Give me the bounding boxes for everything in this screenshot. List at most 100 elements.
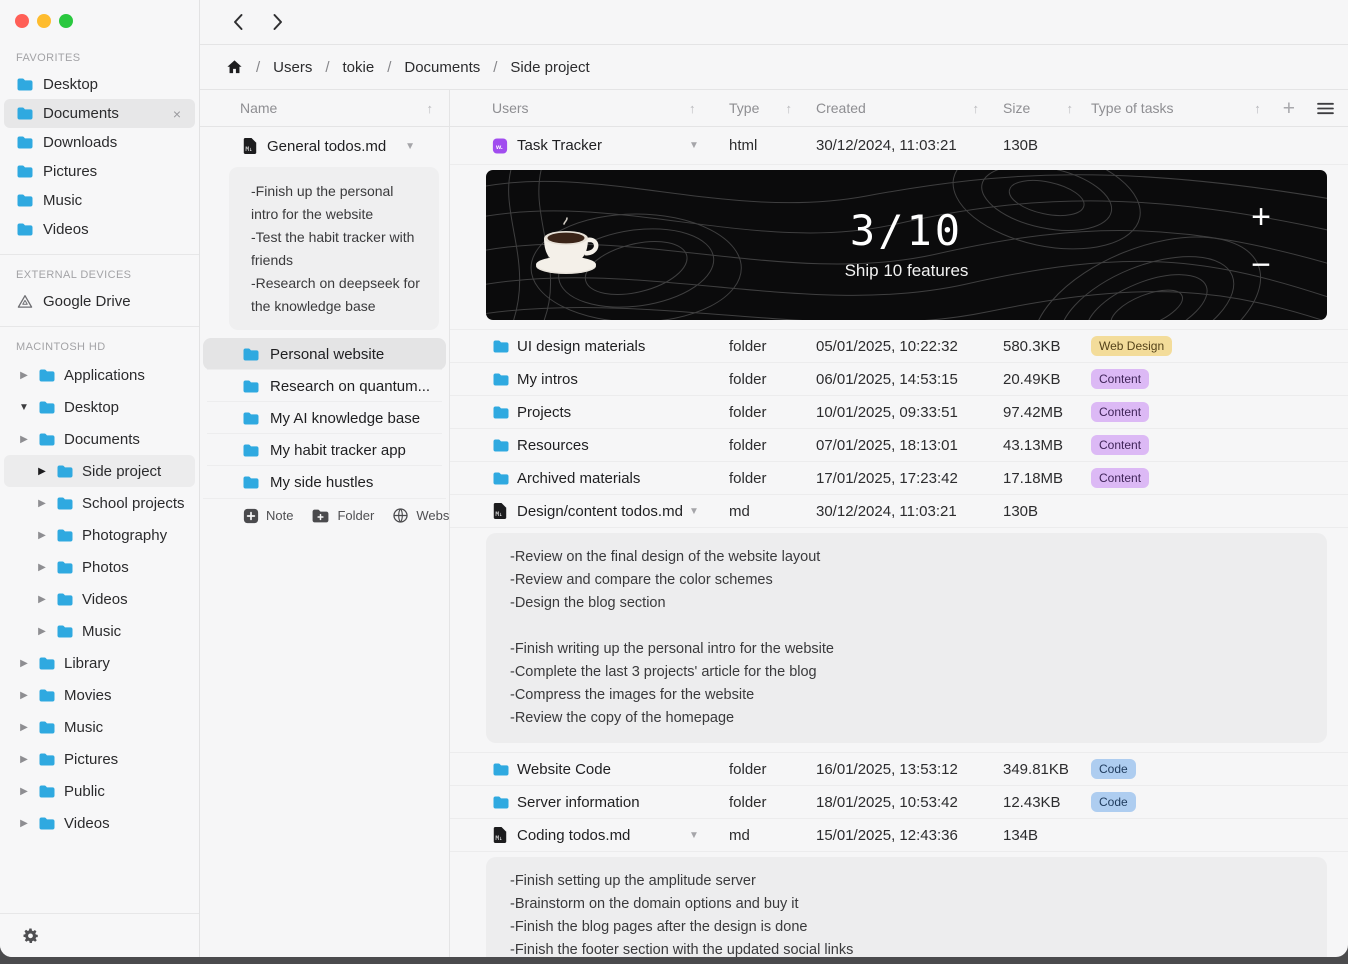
tree-item-applications[interactable]: ▶ Applications <box>4 359 195 391</box>
chevron-right-icon[interactable]: ▶ <box>36 498 48 509</box>
folder-icon <box>38 432 56 447</box>
chevron-right-icon[interactable]: ▶ <box>18 370 30 381</box>
cell-name: Resources <box>517 437 689 454</box>
chevron-right-icon[interactable]: ▶ <box>18 818 30 829</box>
chevron-right-icon[interactable]: ▶ <box>18 658 30 669</box>
new-note-button[interactable]: Note <box>243 508 293 524</box>
back-button[interactable] <box>230 13 246 31</box>
column-header-created[interactable]: Created ↑ <box>816 100 1003 116</box>
table-row-website-code[interactable]: Website Code folder 16/01/2025, 13:53:12… <box>450 753 1348 786</box>
chevron-right-icon[interactable]: ▶ <box>36 530 48 541</box>
sidebar-item-documents[interactable]: Documents × <box>4 99 195 128</box>
increment-button[interactable]: + <box>1251 200 1271 234</box>
table-row-task-tracker[interactable]: Task Tracker ▼ html 30/12/2024, 11:03:21… <box>450 127 1348 165</box>
add-column-icon[interactable]: + <box>1283 98 1295 119</box>
column-header-type[interactable]: Type ↑ <box>729 100 816 116</box>
breadcrumb-segment-documents[interactable]: Documents <box>404 59 480 76</box>
sidebar-item-music[interactable]: Music <box>4 186 195 215</box>
list-item-personal-website[interactable]: Personal website <box>203 338 446 370</box>
chevron-right-icon[interactable]: ▶ <box>18 722 30 733</box>
sidebar-item-google-drive[interactable]: Google Drive <box>4 287 195 316</box>
tree-item-label: School projects <box>82 495 185 512</box>
decrement-button[interactable]: − <box>1251 248 1271 282</box>
collapse-caret-icon[interactable]: ▼ <box>689 140 729 151</box>
tree-item-library[interactable]: ▶ Library <box>4 647 195 679</box>
collapse-caret-icon[interactable]: ▼ <box>689 830 729 841</box>
sort-asc-icon[interactable]: ↑ <box>1067 101 1074 116</box>
chevron-right-icon[interactable]: ▶ <box>18 754 30 765</box>
breadcrumb-segment-side-project[interactable]: Side project <box>510 59 589 76</box>
sidebar-item-pictures[interactable]: Pictures <box>4 157 195 186</box>
sort-asc-icon[interactable]: ↑ <box>786 101 793 116</box>
table-row-coding-todos[interactable]: Coding todos.md ▼ md 15/01/2025, 12:43:3… <box>450 819 1348 852</box>
zoom-window-button[interactable] <box>59 14 73 28</box>
view-options-icon[interactable] <box>1317 102 1334 115</box>
chevron-right-icon[interactable]: ▶ <box>36 626 48 637</box>
tree-item-side-project[interactable]: ▶ Side project <box>4 455 195 487</box>
breadcrumb-segment-users[interactable]: Users <box>273 59 312 76</box>
tree-item-public[interactable]: ▶ Public <box>4 775 195 807</box>
cell-name: My intros <box>517 371 689 388</box>
folder-list-pane: Name ↑ General todos.md ▼ -Finish up the… <box>200 90 450 957</box>
table-row-server-information[interactable]: Server information folder 18/01/2025, 10… <box>450 786 1348 819</box>
task-tracker-banner[interactable]: 3/10 Ship 10 features + − <box>486 170 1327 320</box>
remove-favorite-icon[interactable]: × <box>173 107 181 121</box>
column-header-size[interactable]: Size ↑ <box>1003 100 1091 116</box>
new-folder-button[interactable]: Folder <box>311 508 374 524</box>
chevron-right-icon[interactable]: ▶ <box>36 562 48 573</box>
tree-item-videos[interactable]: ▶ Videos <box>4 583 195 615</box>
tree-item-desktop[interactable]: ▼ Desktop <box>4 391 195 423</box>
macintosh-hd-section-title: MACINTOSH HD <box>16 341 199 353</box>
file-row-general-todos[interactable]: General todos.md ▼ <box>200 131 449 161</box>
close-window-button[interactable] <box>15 14 29 28</box>
chevron-right-icon[interactable]: ▶ <box>36 466 48 477</box>
sidebar-item-label: Pictures <box>43 163 97 180</box>
chevron-right-icon[interactable]: ▶ <box>36 594 48 605</box>
column-header-type-of-tasks[interactable]: Type of tasks ↑ + <box>1091 98 1348 119</box>
chevron-right-icon[interactable]: ▶ <box>18 434 30 445</box>
list-item-my-habit-tracker-app[interactable]: My habit tracker app <box>203 434 446 466</box>
forward-button[interactable] <box>270 13 286 31</box>
sidebar-item-downloads[interactable]: Downloads <box>4 128 195 157</box>
column-header-users[interactable]: Users <box>492 100 689 116</box>
home-icon[interactable] <box>226 59 243 76</box>
tree-item-music-root[interactable]: ▶ Music <box>4 711 195 743</box>
sidebar-item-label: Documents <box>43 105 119 122</box>
tree-item-photos[interactable]: ▶ Photos <box>4 551 195 583</box>
tree-item-documents[interactable]: ▶ Documents <box>4 423 195 455</box>
sidebar-item-videos[interactable]: Videos <box>4 215 195 244</box>
table-row-my-intros[interactable]: My intros folder 06/01/2025, 14:53:15 20… <box>450 363 1348 396</box>
tree-item-pictures[interactable]: ▶ Pictures <box>4 743 195 775</box>
table-row-archived-materials[interactable]: Archived materials folder 17/01/2025, 17… <box>450 462 1348 495</box>
sort-asc-icon[interactable]: ↑ <box>427 101 434 116</box>
collapse-caret-icon[interactable]: ▼ <box>405 141 415 152</box>
tree-item-school-projects[interactable]: ▶ School projects <box>4 487 195 519</box>
sort-users[interactable]: ↑ <box>689 101 729 116</box>
table-row-ui-design-materials[interactable]: UI design materials folder 05/01/2025, 1… <box>450 330 1348 363</box>
chevron-right-icon[interactable]: ▶ <box>18 690 30 701</box>
sort-asc-icon[interactable]: ↑ <box>973 101 980 116</box>
table-row-design-content-todos[interactable]: Design/content todos.md ▼ md 30/12/2024,… <box>450 495 1348 528</box>
tree-item-label: Music <box>82 623 121 640</box>
sidebar-item-desktop[interactable]: Desktop <box>4 70 195 99</box>
tree-item-movies[interactable]: ▶ Movies <box>4 679 195 711</box>
list-item-my-ai-knowledge-base[interactable]: My AI knowledge base <box>203 402 446 434</box>
new-website-button[interactable]: Website <box>392 507 449 524</box>
name-column-header[interactable]: Name ↑ <box>200 90 449 127</box>
tree-item-videos-root[interactable]: ▶ Videos <box>4 807 195 839</box>
table-row-resources[interactable]: Resources folder 07/01/2025, 18:13:01 43… <box>450 429 1348 462</box>
settings-gear-icon[interactable] <box>22 927 40 945</box>
breadcrumb-segment-tokie[interactable]: tokie <box>343 59 375 76</box>
sort-asc-icon[interactable]: ↑ <box>1254 101 1261 116</box>
tree-item-photography[interactable]: ▶ Photography <box>4 519 195 551</box>
chevron-right-icon[interactable]: ▶ <box>18 786 30 797</box>
chevron-down-icon[interactable]: ▼ <box>18 402 30 413</box>
collapse-caret-icon[interactable]: ▼ <box>689 506 729 517</box>
tree-item-music[interactable]: ▶ Music <box>4 615 195 647</box>
design-content-todos-preview: -Review on the final design of the websi… <box>450 528 1348 753</box>
minimize-window-button[interactable] <box>37 14 51 28</box>
sort-asc-icon[interactable]: ↑ <box>689 101 696 116</box>
table-row-projects[interactable]: Projects folder 10/01/2025, 09:33:51 97.… <box>450 396 1348 429</box>
list-item-research-on-quantum[interactable]: Research on quantum... <box>203 370 446 402</box>
list-item-my-side-hustles[interactable]: My side hustles <box>203 466 446 498</box>
